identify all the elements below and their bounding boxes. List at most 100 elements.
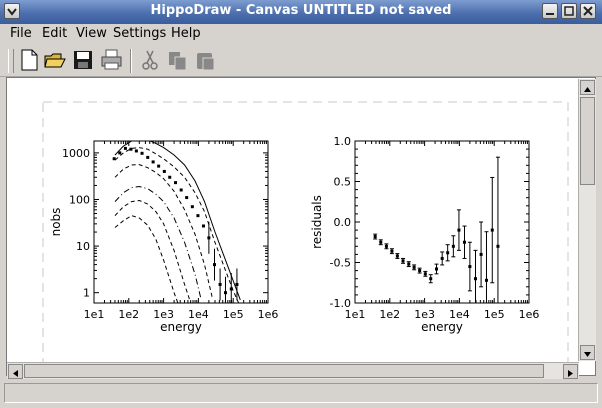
- data-point: [140, 151, 144, 155]
- save-icon: [74, 51, 92, 69]
- minimize-button[interactable]: [542, 3, 558, 19]
- residual-point: [395, 254, 399, 258]
- data-point: [235, 282, 239, 286]
- x-tick-label: 1e2: [118, 308, 139, 321]
- y-tick-label: 10: [76, 240, 90, 253]
- window-title: HippoDraw - Canvas UNTITLED not saved: [150, 3, 452, 18]
- close-button[interactable]: [580, 3, 596, 19]
- cut-icon: [142, 50, 158, 70]
- horizontal-scrollbar[interactable]: [7, 362, 579, 379]
- model-curve: [114, 199, 192, 303]
- data-point: [118, 151, 122, 155]
- paste-button[interactable]: [194, 48, 218, 72]
- scroll-down-button[interactable]: [580, 345, 595, 360]
- vertical-scroll-thumb[interactable]: [580, 97, 595, 185]
- menu-help[interactable]: Help: [171, 26, 201, 41]
- save-button[interactable]: [71, 48, 95, 72]
- menu-edit[interactable]: Edit: [42, 26, 67, 41]
- y-axis-label: nobs: [49, 208, 63, 237]
- model-curve: [114, 215, 179, 303]
- x-tick-label: 1e6: [519, 308, 540, 321]
- plots-canvas: 1e1 1e2 1e3 1e4 1e5 1e61101001000energynobs 1…: [42, 101, 569, 375]
- arrow-right-icon: [568, 370, 573, 377]
- residual-point: [479, 252, 483, 256]
- y-tick-label: 1: [83, 287, 90, 300]
- data-point: [190, 205, 194, 209]
- residual-point: [412, 265, 416, 269]
- copy-button[interactable]: [166, 48, 190, 72]
- x-tick-label: 1e5: [484, 308, 505, 321]
- y-tick-label: 0.5: [334, 176, 352, 189]
- data-point: [229, 287, 233, 291]
- print-icon: [101, 49, 122, 70]
- residual-point: [435, 267, 439, 271]
- canvas-area[interactable]: 1e1 1e2 1e3 1e4 1e5 1e6 1 10 100 1000 energy nobs 1…: [6, 77, 596, 376]
- data-point: [174, 181, 178, 185]
- new-button[interactable]: [17, 48, 41, 72]
- new-file-icon: [21, 49, 38, 71]
- menu-file[interactable]: File: [10, 26, 32, 41]
- maximize-button[interactable]: [561, 3, 577, 19]
- plot-frame: [93, 140, 269, 304]
- vertical-scrollbar[interactable]: [578, 79, 596, 361]
- x-axis-label: energy: [160, 320, 202, 334]
- data-point: [129, 147, 133, 151]
- scroll-left-button[interactable]: [8, 364, 23, 379]
- data-point: [196, 214, 200, 218]
- model-curve: [114, 147, 240, 303]
- x-tick-label: 1e5: [223, 308, 244, 321]
- title-bar: HippoDraw - Canvas UNTITLED not saved: [0, 0, 602, 25]
- close-icon: [583, 6, 593, 16]
- data-point: [218, 282, 222, 286]
- plot-frame: [354, 140, 530, 304]
- data-point: [146, 155, 150, 159]
- residual-point: [440, 256, 444, 260]
- data-point: [162, 169, 166, 173]
- residual-point: [429, 277, 433, 281]
- residual-point: [418, 269, 422, 273]
- status-panel: [4, 383, 598, 403]
- model-curve: [114, 141, 241, 301]
- x-tick-label: 1e1: [84, 308, 105, 321]
- residual-point: [484, 278, 488, 282]
- cut-button[interactable]: [138, 48, 162, 72]
- nobs-plot[interactable]: 1e1 1e2 1e3 1e4 1e5 1e61101001000energynobs: [49, 139, 278, 334]
- scroll-right-button[interactable]: [563, 364, 578, 379]
- residual-point: [401, 259, 405, 263]
- scroll-up-button[interactable]: [580, 80, 595, 95]
- x-tick-label: 1e2: [379, 308, 400, 321]
- y-tick-label: -0.5: [330, 257, 351, 270]
- horizontal-scroll-thumb[interactable]: [24, 364, 544, 378]
- y-tick-label: 1.0: [334, 135, 352, 148]
- menu-settings[interactable]: Settings: [113, 26, 166, 41]
- y-axis-label: residuals: [310, 195, 324, 249]
- open-button[interactable]: [43, 48, 67, 72]
- data-point: [168, 175, 172, 179]
- data-point: [157, 164, 161, 168]
- arrow-left-icon: [13, 370, 18, 377]
- menu-view[interactable]: View: [76, 26, 107, 41]
- menu-bar: File Edit View Settings Help: [0, 24, 602, 45]
- residual-point: [468, 265, 472, 269]
- arrow-up-icon: [584, 87, 591, 92]
- print-button[interactable]: [99, 48, 123, 72]
- toolbar-grip[interactable]: [8, 49, 14, 73]
- residual-point: [446, 251, 450, 255]
- data-point: [212, 263, 216, 267]
- data-point: [179, 188, 183, 192]
- residuals-plot[interactable]: 1e1 1e2 1e3 1e4 1e5 1e6-1.0-0.50.00.51.0energ…: [310, 135, 539, 334]
- residual-point: [384, 244, 388, 248]
- residual-point: [490, 228, 494, 232]
- status-bar: [0, 380, 602, 408]
- arrow-down-icon: [584, 352, 591, 357]
- residual-point: [407, 262, 411, 266]
- residual-point: [457, 228, 461, 232]
- y-tick-label: 0.0: [334, 216, 352, 229]
- model-curve: [114, 164, 213, 298]
- residual-point: [496, 244, 500, 248]
- minimize-icon: [546, 13, 554, 15]
- residual-point: [451, 244, 455, 248]
- paste-icon: [197, 53, 215, 71]
- residual-point: [473, 277, 477, 281]
- data-point: [207, 236, 211, 240]
